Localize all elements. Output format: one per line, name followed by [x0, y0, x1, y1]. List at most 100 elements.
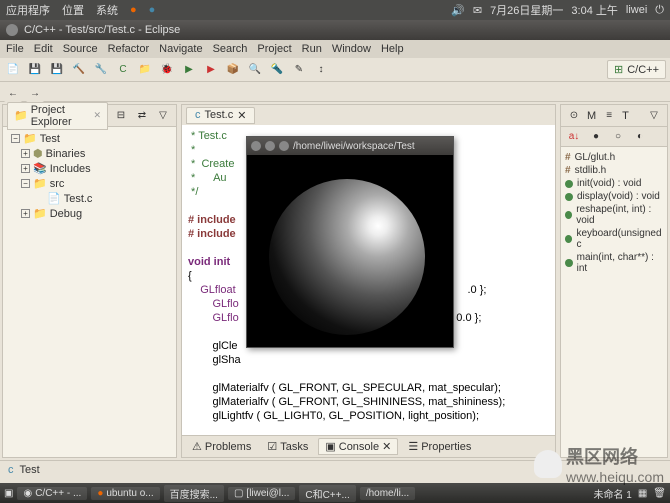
hide-fields-button[interactable]: ●	[587, 128, 605, 146]
forward-button[interactable]: →	[26, 84, 44, 102]
outline-function[interactable]: keyboard(unsigned c	[565, 227, 663, 251]
hide-static-button[interactable]: ○	[609, 128, 627, 146]
app-icon[interactable]: ●	[149, 4, 156, 16]
perspective-switcher[interactable]: ⊞ C/C++	[607, 60, 666, 79]
annotation-button[interactable]: ↕	[312, 61, 330, 79]
menu-file[interactable]: File	[6, 43, 24, 55]
src-node[interactable]: − 📁 src	[7, 176, 172, 191]
task-writer[interactable]: C和C++...	[299, 485, 355, 502]
build-all-button[interactable]: 🔧	[92, 61, 110, 79]
properties-tab[interactable]: ☰Properties	[402, 439, 477, 454]
tasks-tab[interactable]: ☑Tasks	[261, 439, 314, 454]
binaries-node[interactable]: + ⬢ Binaries	[7, 146, 172, 161]
places-menu[interactable]: 位置	[62, 2, 84, 18]
glwin-titlebar[interactable]: /home/liwei/workspace/Test	[247, 137, 453, 155]
task-baidu[interactable]: 百度搜索...	[164, 485, 224, 502]
new-folder-button[interactable]: 📁	[136, 61, 154, 79]
external-button[interactable]: ▶	[202, 61, 220, 79]
close-icon[interactable]	[6, 24, 18, 36]
power-icon[interactable]: ⏻	[655, 4, 664, 17]
toggle-button[interactable]: ✎	[290, 61, 308, 79]
task-terminal[interactable]: ▢[liwei@l...	[228, 487, 295, 500]
outline-function[interactable]: main(int, char**) : int	[565, 251, 663, 275]
firefox-icon[interactable]: ●	[130, 4, 137, 16]
testc-file[interactable]: 📄 Test.c	[7, 191, 172, 206]
view-menu-button[interactable]: ▽	[154, 107, 172, 125]
task-eclipse[interactable]: ◉C/C++ - ...	[17, 487, 87, 500]
maximize-icon[interactable]	[279, 141, 289, 151]
hide-nonpublic-button[interactable]: ◐	[631, 128, 649, 146]
collapse-all-button[interactable]: ⊟	[112, 107, 130, 125]
watermark: 黑区网络 www.heiqu.com	[534, 443, 664, 485]
run-button[interactable]: ▶	[180, 61, 198, 79]
includes-node[interactable]: + 📚 Includes	[7, 161, 172, 176]
open-type-button[interactable]: 🔍	[246, 61, 264, 79]
problems-tab[interactable]: ⚠Problems	[186, 439, 257, 454]
outline-tab[interactable]: ≡	[600, 107, 618, 125]
debug-label: Debug	[50, 208, 82, 220]
mushroom-icon	[534, 450, 562, 478]
expand-icon[interactable]: +	[21, 164, 30, 173]
save-all-button[interactable]: 💾	[48, 61, 66, 79]
apps-menu[interactable]: 应用程序	[6, 2, 50, 18]
expand-icon[interactable]: −	[21, 179, 30, 188]
project-explorer-tab[interactable]: 📁 Project Explorer ✕	[7, 102, 108, 130]
minimize-icon[interactable]	[265, 141, 275, 151]
project-tree[interactable]: − 📁 Test + ⬢ Binaries + 📚 Includes − 📁 s…	[3, 127, 176, 457]
link-editor-button[interactable]: ⇄	[133, 107, 151, 125]
outline-include[interactable]: #GL/glut.h	[565, 151, 663, 164]
project-root[interactable]: − 📁 Test	[7, 131, 172, 146]
outline-include[interactable]: #stdlib.h	[565, 164, 663, 177]
outline-function[interactable]: display(void) : void	[565, 190, 663, 203]
trash-icon[interactable]: 🗑	[653, 488, 666, 499]
new-button[interactable]: 📄	[4, 61, 22, 79]
expand-icon[interactable]: −	[11, 134, 20, 143]
expand-icon[interactable]: +	[21, 209, 30, 218]
properties-icon: ☰	[408, 440, 418, 453]
menu-run[interactable]: Run	[302, 43, 322, 55]
new-proj-button[interactable]: 📦	[224, 61, 242, 79]
menu-window[interactable]: Window	[332, 43, 371, 55]
task-label: ubuntu o...	[106, 488, 153, 499]
menu-help[interactable]: Help	[381, 43, 404, 55]
menu-source[interactable]: Source	[63, 43, 98, 55]
outline-function[interactable]: init(void) : void	[565, 177, 663, 190]
outline-label: display(void) : void	[577, 191, 660, 202]
show-desktop-icon[interactable]: ▣	[4, 488, 13, 499]
breadcrumb-label[interactable]: Test	[20, 464, 40, 476]
build-button[interactable]: 🔨	[70, 61, 88, 79]
sort-button[interactable]: a↓	[565, 128, 583, 146]
close-icon[interactable]	[251, 141, 261, 151]
editor-tab-testc[interactable]: c Test.c ✕	[186, 107, 255, 124]
make-tab[interactable]: ⊙	[565, 107, 583, 125]
console-tab[interactable]: ▣Console✕	[318, 438, 398, 455]
search-button[interactable]: 🔦	[268, 61, 286, 79]
outline-list[interactable]: #GL/glut.h #stdlib.h init(void) : void d…	[561, 147, 667, 457]
debug-button[interactable]: 🐞	[158, 61, 176, 79]
system-menu[interactable]: 系统	[96, 2, 118, 18]
back-button[interactable]: ←	[4, 84, 22, 102]
volume-icon[interactable]: 🔊	[451, 4, 465, 17]
close-tab-icon[interactable]: ✕	[382, 440, 391, 453]
menu-project[interactable]: Project	[257, 43, 291, 55]
outline-function[interactable]: reshape(int, int) : void	[565, 203, 663, 227]
menu-edit[interactable]: Edit	[34, 43, 53, 55]
workspace-switcher[interactable]: ▦	[638, 488, 647, 499]
menu-search[interactable]: Search	[213, 43, 248, 55]
opengl-output-window[interactable]: /home/liwei/workspace/Test	[246, 136, 454, 348]
save-button[interactable]: 💾	[26, 61, 44, 79]
user-label[interactable]: liwei	[626, 4, 647, 16]
close-tab-icon[interactable]: ✕	[237, 109, 246, 122]
task-label: [liwei@l...	[246, 488, 289, 499]
task-firefox[interactable]: ●ubuntu o...	[91, 487, 159, 500]
task-gl[interactable]: /home/li...	[360, 487, 415, 500]
terminal-icon: ▢	[234, 488, 243, 499]
expand-icon[interactable]: +	[21, 149, 30, 158]
menu-navigate[interactable]: Navigate	[159, 43, 202, 55]
close-tab-icon[interactable]: ✕	[93, 110, 101, 121]
mail-icon[interactable]: ✉	[473, 4, 482, 17]
menu-refactor[interactable]: Refactor	[108, 43, 150, 55]
debug-node[interactable]: + 📁 Debug	[7, 206, 172, 221]
new-class-button[interactable]: C	[114, 61, 132, 79]
view-menu-button[interactable]: ▽	[645, 107, 663, 125]
